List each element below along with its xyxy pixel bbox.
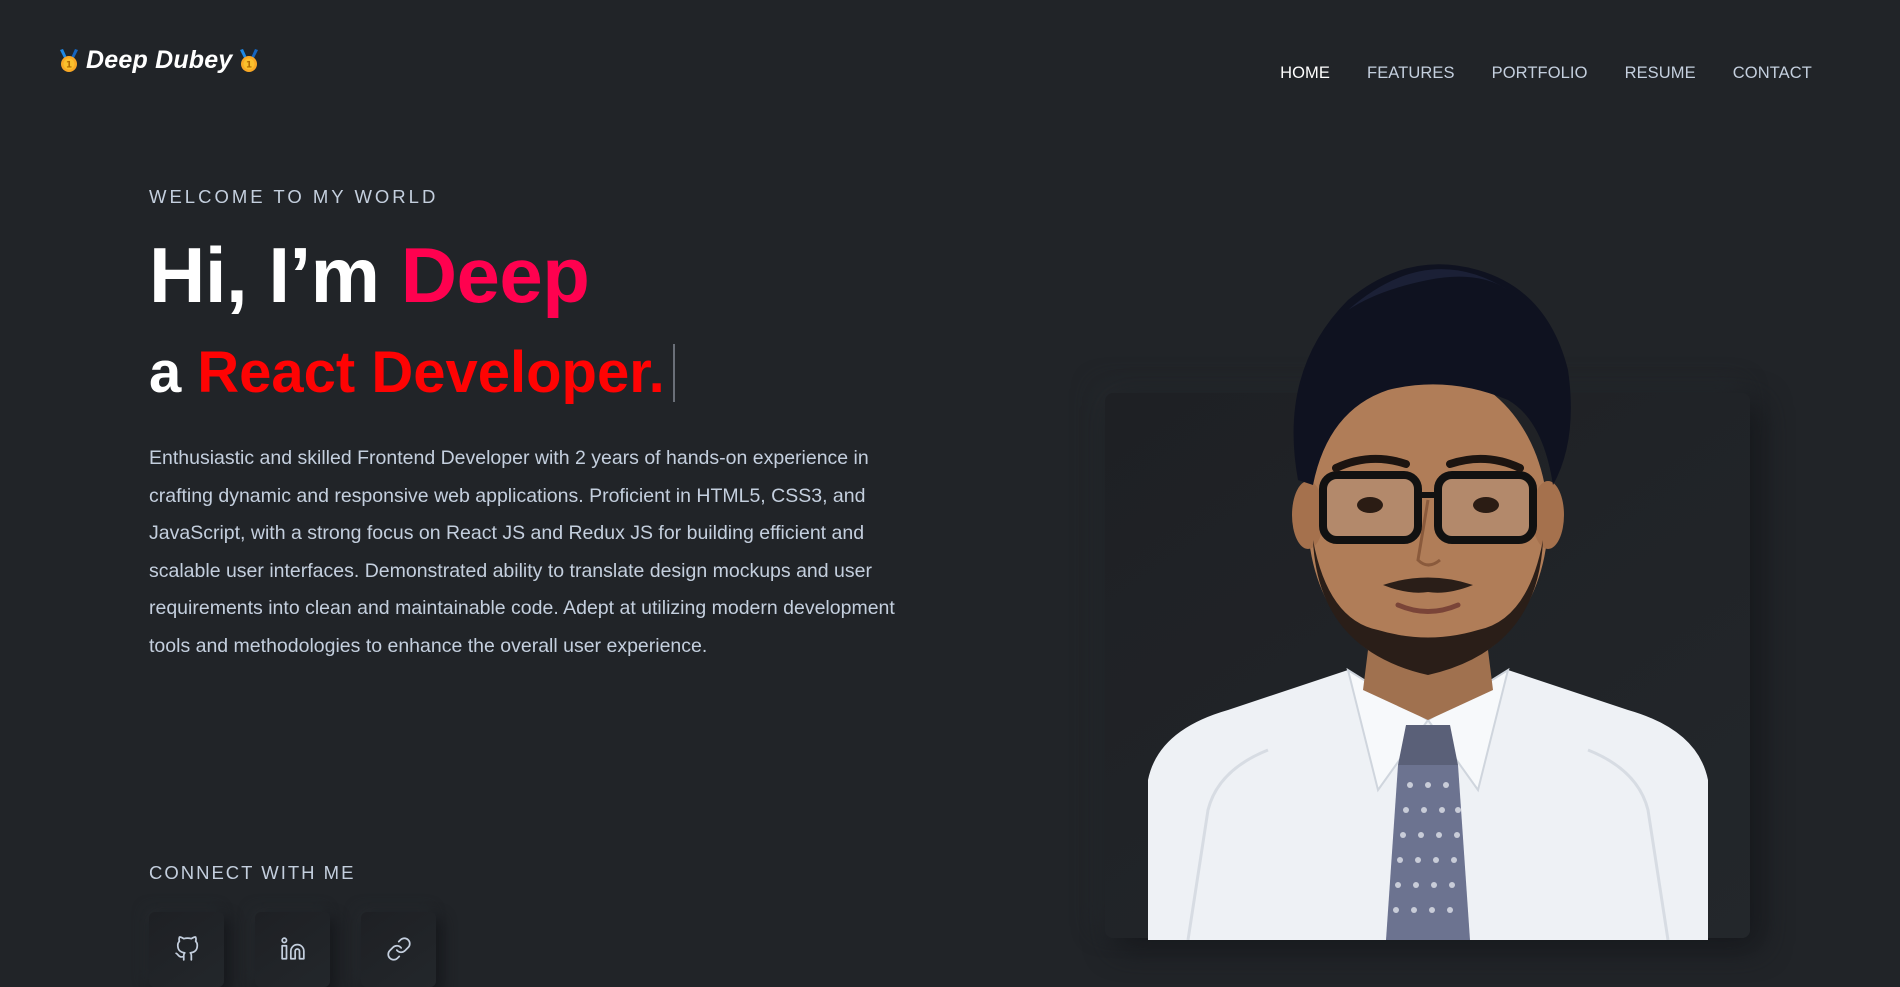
svg-text:1: 1 xyxy=(66,60,72,70)
github-icon xyxy=(174,936,200,962)
connect-section: CONNECT WITH ME xyxy=(149,862,355,884)
nav-item-contact[interactable]: CONTACT xyxy=(1733,64,1812,83)
hero-headline: Hi, I’m Deep xyxy=(149,236,939,314)
hero-section: WELCOME TO MY WORLD Hi, I’m Deep a React… xyxy=(149,186,939,685)
role-prefix: a xyxy=(149,340,182,405)
medal-icon: 1 xyxy=(56,48,82,74)
welcome-text: WELCOME TO MY WORLD xyxy=(149,186,439,207)
greeting-text: Hi, I’m xyxy=(149,231,380,319)
connect-title: CONNECT WITH ME xyxy=(149,862,356,883)
medal-icon: 1 xyxy=(236,48,262,74)
brand-name: Deep Dubey xyxy=(86,46,233,74)
bio-paragraph: Enthusiastic and skilled Frontend Develo… xyxy=(149,447,895,657)
nav-item-home[interactable]: HOME xyxy=(1280,64,1330,83)
hero-name: Deep xyxy=(400,231,590,319)
social-links xyxy=(149,912,436,987)
svg-text:1: 1 xyxy=(246,60,252,70)
nav-item-portfolio[interactable]: PORTFOLIO xyxy=(1492,64,1588,83)
main-nav: HOME FEATURES PORTFOLIO RESUME CONTACT xyxy=(1243,64,1812,83)
github-link-button[interactable] xyxy=(149,912,224,987)
linkedin-icon xyxy=(280,936,306,962)
typed-role: React Developer. xyxy=(197,340,665,405)
nav-item-features[interactable]: FEATURES xyxy=(1367,64,1455,83)
role-line: a React Developer. xyxy=(149,344,939,402)
profile-photo xyxy=(1148,250,1708,940)
link-icon xyxy=(386,936,412,962)
website-link-button[interactable] xyxy=(361,912,436,987)
brand-logo[interactable]: 1 Deep Dubey 1 xyxy=(56,46,262,75)
linkedin-link-button[interactable] xyxy=(255,912,330,987)
site-header: 1 Deep Dubey 1 HOME FEATURES PORTFOLIO R… xyxy=(0,0,1900,120)
nav-item-resume[interactable]: RESUME xyxy=(1625,64,1696,83)
typing-cursor xyxy=(672,344,675,402)
